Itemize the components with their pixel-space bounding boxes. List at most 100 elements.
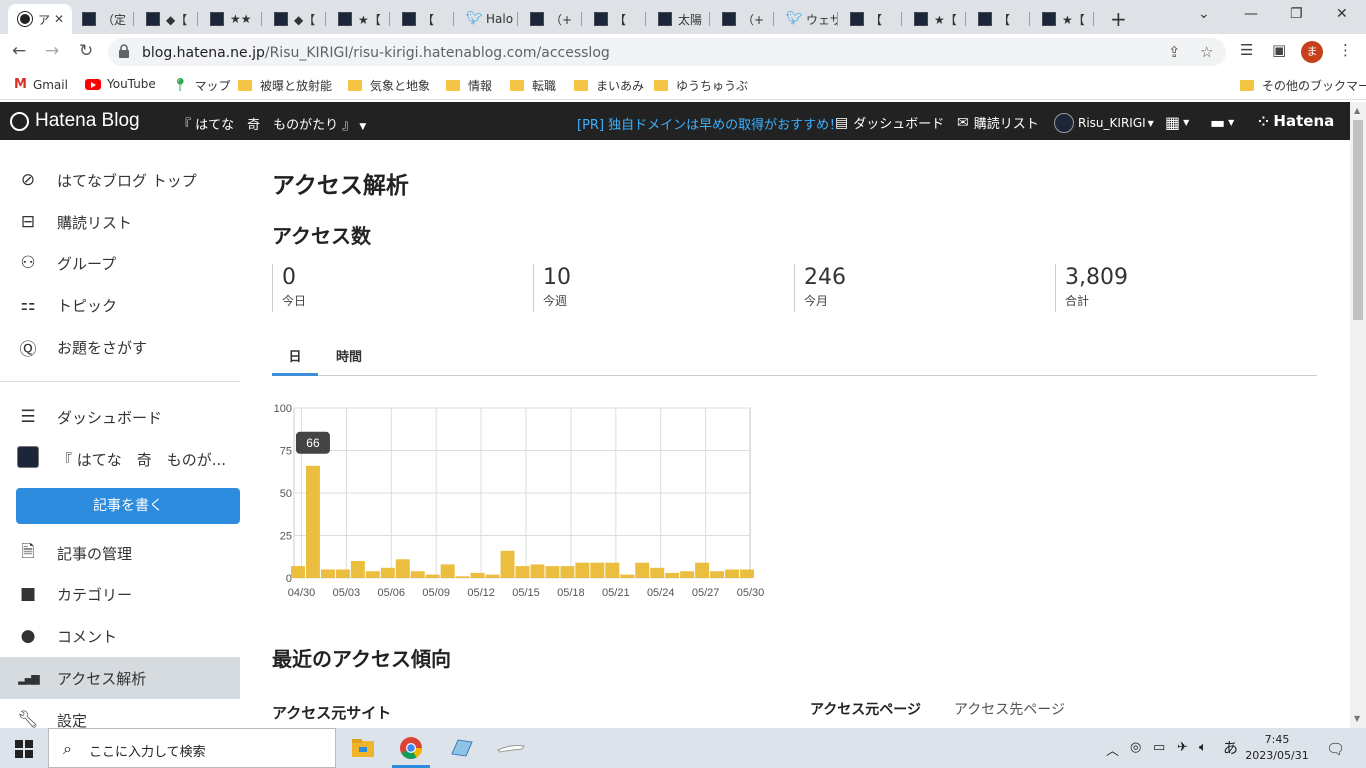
browser-tab[interactable]: 【	[840, 4, 902, 34]
chart-bar-05/01[interactable]	[305, 465, 320, 578]
browser-tab[interactable]: （+	[520, 4, 582, 34]
chart-bar-05/03[interactable]	[335, 569, 350, 579]
browser-tab[interactable]: ★【	[1032, 4, 1094, 34]
chart-bar-05/05[interactable]	[365, 571, 380, 578]
tab-search-icon[interactable]: ⌄	[1198, 6, 1210, 22]
ime-indicator[interactable]: あ	[1223, 737, 1238, 758]
back-icon[interactable]: ←	[12, 41, 26, 61]
close-tab-icon[interactable]: ✕	[54, 12, 64, 26]
tab-destination-pages[interactable]: アクセス先ページ	[954, 699, 1065, 719]
chart-bar-05/11[interactable]	[455, 576, 470, 578]
browser-tab[interactable]: ◆【	[136, 4, 198, 34]
scroll-up-icon[interactable]: ▲	[1354, 106, 1360, 115]
blog-selector[interactable]: 『 はてな 奇 ものがたり 』 ▼	[178, 114, 366, 133]
bookmark-item[interactable]: YouTube	[85, 77, 156, 91]
windows-start-icon[interactable]	[15, 740, 33, 758]
maximize-button[interactable]: ❐	[1290, 6, 1303, 22]
write-article-button[interactable]: 記事を書く	[16, 488, 240, 524]
chart-bar-05/16[interactable]	[530, 564, 545, 578]
browser-tab[interactable]: ア ✕	[8, 4, 72, 34]
chart-bar-05/04[interactable]	[350, 561, 365, 578]
browser-tab[interactable]: ★★	[200, 4, 262, 34]
notifications-menu[interactable]: ▬ ▼	[1210, 113, 1234, 132]
minimize-button[interactable]: —	[1244, 6, 1258, 22]
chart-bar-05/22[interactable]	[620, 574, 635, 578]
chart-bar-05/30[interactable]	[740, 569, 754, 579]
chart-bar-05/24[interactable]	[650, 567, 665, 578]
browser-tab[interactable]: 【	[392, 4, 454, 34]
chrome-icon[interactable]	[398, 736, 424, 760]
browser-tab[interactable]: ◆【	[264, 4, 326, 34]
browser-tab[interactable]: 太陽	[648, 4, 710, 34]
user-menu[interactable]: Risu_KIRIGI ▼	[1054, 113, 1154, 133]
page-scrollbar[interactable]: ▲ ▼	[1350, 102, 1366, 728]
browser-tab[interactable]: 🐦︎ Halo	[456, 4, 518, 34]
chart-bar-05/02[interactable]	[320, 569, 335, 579]
sidebar-item-folder[interactable]: ■ カテゴリー	[0, 573, 240, 615]
hatena-link[interactable]: ⁘ Hatena	[1258, 112, 1334, 130]
airplane-app-icon[interactable]	[496, 736, 526, 760]
bookmark-item[interactable]: 転職	[510, 77, 556, 94]
airplane-mode-icon[interactable]: ✈	[1177, 740, 1188, 755]
bookmark-item[interactable]: 被曝と放射能	[238, 77, 332, 94]
address-bar[interactable]: blog.hatena.ne.jp/Risu_KIRIGI/risu-kirig…	[108, 38, 1226, 66]
pr-link[interactable]: [PR] 独自ドメインは早めの取得がおすすめ！	[577, 114, 842, 133]
browser-tab[interactable]: （定	[72, 4, 134, 34]
chart-bar-05/14[interactable]	[500, 550, 515, 578]
tab-day[interactable]: 日	[272, 346, 318, 376]
subscriptions-link[interactable]: ✉ 購読リスト	[957, 113, 1039, 133]
profile-avatar[interactable]: ま	[1301, 41, 1323, 63]
file-explorer-icon[interactable]	[350, 736, 376, 760]
dashboard-link[interactable]: ▤ ダッシュボード	[835, 113, 944, 133]
taskbar-clock[interactable]: 7:45 2023/05/31	[1244, 732, 1310, 764]
close-window-button[interactable]: ✕	[1336, 6, 1348, 22]
chart-bar-05/28[interactable]	[710, 571, 725, 578]
sidebar-item-search[interactable]: Ⓠ お題をさがす	[0, 326, 240, 368]
bookmark-star-icon[interactable]: ☆	[1200, 43, 1213, 61]
chart-bar-05/12[interactable]	[470, 572, 485, 578]
chart-bar-04/30[interactable]	[291, 566, 305, 578]
bookmark-item[interactable]: 気象と地象	[348, 77, 430, 94]
sidebar-item-blog[interactable]: 『 はてな 奇 ものが...	[0, 438, 240, 480]
new-tab-button[interactable]: +	[1110, 7, 1127, 31]
bookmark-item[interactable]: M Gmail	[14, 77, 68, 92]
sidebar-item-dashboard[interactable]: ☰ ダッシュボード	[0, 396, 240, 438]
sidebar-item-comment[interactable]: ● コメント	[0, 615, 240, 657]
chart-bar-05/20[interactable]	[590, 562, 605, 578]
meet-now-icon[interactable]: ◎	[1130, 740, 1141, 755]
scroll-down-icon[interactable]: ▼	[1354, 714, 1360, 723]
sidebar-item-topic[interactable]: ⚏ トピック	[0, 284, 240, 326]
chart-bar-05/17[interactable]	[545, 566, 560, 578]
bookmark-item[interactable]: まいあみ	[574, 77, 644, 94]
share-icon[interactable]: ⇪	[1168, 43, 1181, 61]
bookmark-item[interactable]: ゆうちゅうぶ	[654, 77, 748, 94]
browser-tab[interactable]: （+	[712, 4, 774, 34]
chart-bar-05/15[interactable]	[515, 566, 530, 578]
chart-bar-05/07[interactable]	[395, 559, 410, 578]
tray-expand-icon[interactable]: ︿	[1106, 740, 1119, 759]
chart-bar-05/09[interactable]	[425, 574, 440, 578]
battery-icon[interactable]: ▭	[1153, 740, 1165, 755]
chart-bar-05/23[interactable]	[635, 562, 650, 578]
notification-center-icon[interactable]: 🗨︎	[1326, 740, 1345, 758]
taskbar-search[interactable]: ⌕ ここに入力して検索	[48, 728, 336, 768]
tab-referrer-pages[interactable]: アクセス元ページ	[810, 699, 921, 719]
chart-bar-05/27[interactable]	[695, 562, 710, 578]
browser-tab[interactable]: ★【	[328, 4, 390, 34]
side-panel-icon[interactable]: ▣	[1272, 41, 1286, 59]
apps-menu[interactable]: ▦ ▼	[1165, 113, 1189, 132]
chart-bar-05/08[interactable]	[410, 571, 425, 578]
bookmark-item[interactable]: 情報	[446, 77, 492, 94]
chart-bar-05/18[interactable]	[560, 566, 575, 578]
chart-bar-05/13[interactable]	[485, 574, 500, 578]
sidebar-item-document[interactable]: 🗎︎ 記事の管理	[0, 532, 240, 574]
browser-tab[interactable]: 【	[584, 4, 646, 34]
volume-icon[interactable]: 🔈︎	[1199, 740, 1207, 755]
bookmark-other[interactable]: その他のブックマーク	[1240, 77, 1366, 94]
notepad-app-icon[interactable]	[448, 736, 474, 760]
chart-bar-05/19[interactable]	[575, 562, 590, 578]
bookmark-item[interactable]: 📍︎ マップ	[172, 77, 231, 94]
browser-tab[interactable]: ★【	[904, 4, 966, 34]
forward-icon[interactable]: →	[45, 41, 59, 61]
chart-bar-05/21[interactable]	[605, 562, 620, 578]
